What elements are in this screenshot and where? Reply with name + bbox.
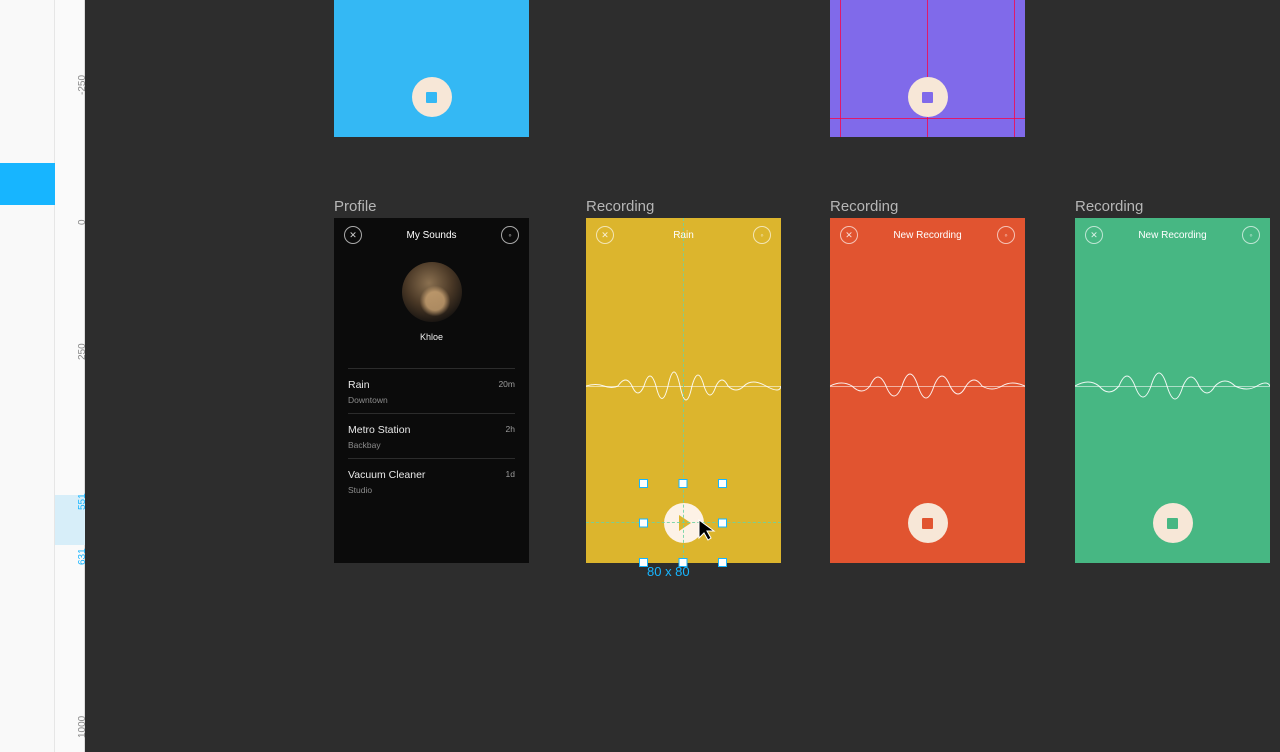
list-item[interactable]: Metro Station Backbay 2h [348, 413, 515, 458]
row-subtitle: Backbay [348, 440, 410, 450]
frame-label-recording[interactable]: Recording [1075, 198, 1143, 215]
selection-dimensions: 80 x 80 [647, 564, 690, 579]
page-title: Rain [673, 230, 694, 241]
username-label: Khloe [334, 332, 529, 342]
row-subtitle: Studio [348, 485, 425, 495]
play-icon [679, 515, 691, 531]
artboard-recording-yellow[interactable]: ✕ Rain ◦ [586, 218, 781, 563]
row-time: 20m [498, 379, 515, 389]
layout-grid-line [1014, 0, 1015, 137]
layers-sidebar[interactable] [0, 0, 55, 752]
artboard-recording-green[interactable]: ✕ New Recording ◦ [1075, 218, 1270, 563]
waveform [586, 356, 781, 416]
list-item[interactable]: Vacuum Cleaner Studio 1d [348, 458, 515, 503]
frame-label-recording[interactable]: Recording [830, 198, 898, 215]
row-title: Metro Station [348, 424, 410, 436]
row-title: Rain [348, 379, 388, 391]
location-icon[interactable]: ◦ [997, 226, 1015, 244]
sidebar-selection [0, 163, 55, 205]
stop-icon [426, 92, 437, 103]
vertical-ruler[interactable]: -250 0 250 551 631 1000 [55, 0, 85, 752]
stop-icon [1167, 518, 1178, 529]
row-time: 1d [506, 469, 515, 479]
page-title: My Sounds [406, 230, 456, 241]
close-icon[interactable]: ✕ [840, 226, 858, 244]
page-title: New Recording [893, 230, 961, 241]
close-icon[interactable]: ✕ [344, 226, 362, 244]
location-icon[interactable]: ◦ [753, 226, 771, 244]
frame-label-recording[interactable]: Recording [586, 198, 654, 215]
stop-button[interactable] [1153, 503, 1193, 543]
close-icon[interactable]: ✕ [596, 226, 614, 244]
stop-button[interactable] [412, 77, 452, 117]
play-button[interactable] [664, 503, 704, 543]
row-time: 2h [506, 424, 515, 434]
artboard-profile[interactable]: ✕ My Sounds ◦ Khloe Rain Downtown 20m Met… [334, 218, 529, 563]
waveform [1075, 356, 1270, 416]
waveform [830, 356, 1025, 416]
row-title: Vacuum Cleaner [348, 469, 425, 481]
close-icon[interactable]: ✕ [1085, 226, 1103, 244]
location-icon[interactable]: ◦ [501, 226, 519, 244]
artboard-recording-orange[interactable]: ✕ New Recording ◦ [830, 218, 1025, 563]
list-item[interactable]: Rain Downtown 20m [348, 368, 515, 413]
layout-grid-line [840, 0, 841, 137]
page-title: New Recording [1138, 230, 1206, 241]
design-canvas[interactable]: Profile Recording Recording Recording ✕ … [85, 0, 1280, 752]
artboard-purple-top[interactable] [830, 0, 1025, 137]
stop-icon [922, 92, 933, 103]
row-subtitle: Downtown [348, 395, 388, 405]
location-icon[interactable]: ◦ [1242, 226, 1260, 244]
stop-icon [922, 518, 933, 529]
avatar [402, 262, 462, 322]
artboard-blue-top[interactable] [334, 0, 529, 137]
stop-button[interactable] [908, 77, 948, 117]
stop-button[interactable] [908, 503, 948, 543]
frame-label-profile[interactable]: Profile [334, 198, 377, 215]
